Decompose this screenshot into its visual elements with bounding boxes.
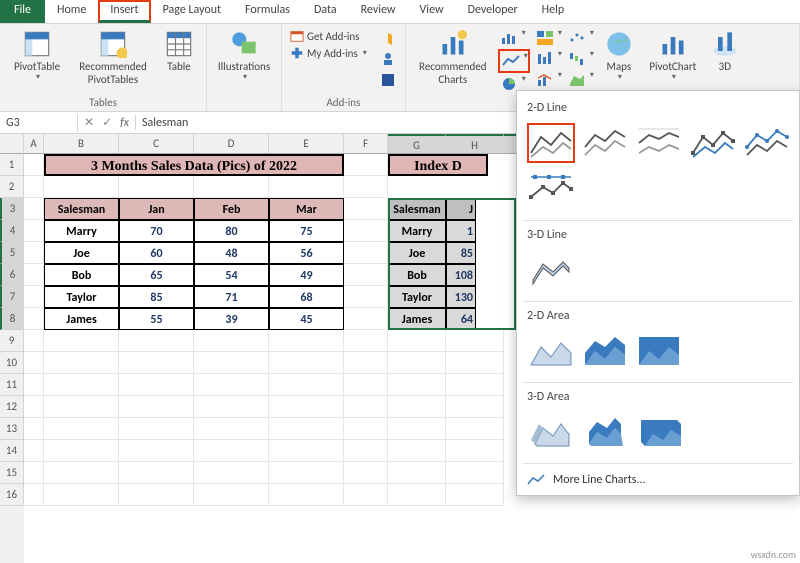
stacked-line-markers-option[interactable] xyxy=(743,123,791,163)
maps-button[interactable]: Maps▾ xyxy=(598,28,640,83)
table-row[interactable]: Marry xyxy=(44,220,119,242)
scatter-chart-button[interactable] xyxy=(566,28,588,48)
category-2d-area: 2-D Area xyxy=(517,305,799,327)
pivottable-button[interactable]: PivotTable▾ xyxy=(6,28,68,83)
category-3d-area: 3-D Area xyxy=(517,386,799,408)
addins-icon xyxy=(290,46,304,60)
pivotchart-button[interactable]: PivotChart▾ xyxy=(644,28,702,83)
3d-icon xyxy=(711,30,739,58)
cancel-icon[interactable]: ✕ xyxy=(84,115,94,130)
table-row[interactable]: Joe xyxy=(44,242,119,264)
tab-developer[interactable]: Developer xyxy=(456,0,530,23)
illustrations-button[interactable]: Illustrations▾ xyxy=(213,28,275,83)
100-stacked-area-option[interactable] xyxy=(635,331,683,371)
tab-view[interactable]: View xyxy=(408,0,456,23)
3d-area-option[interactable] xyxy=(527,412,575,452)
3d-line-option[interactable] xyxy=(527,250,575,290)
category-3d-line: 3-D Line xyxy=(517,224,799,246)
row-headers: 1 2 3 4 5 6 7 8 9 10 11 12 13 14 15 16 xyxy=(0,134,24,563)
3d-map-button[interactable]: 3D xyxy=(706,28,744,73)
title-2[interactable]: Index D xyxy=(388,154,488,176)
pivottable-icon xyxy=(23,30,51,58)
shapes-icon xyxy=(230,30,258,58)
bing-maps-icon[interactable] xyxy=(377,28,399,48)
ribbon-tabs: File Home Insert Page Layout Formulas Da… xyxy=(0,0,800,24)
3d-stacked-area-option[interactable] xyxy=(581,412,629,452)
get-addins-button[interactable]: Get Add-ins xyxy=(288,28,369,44)
reco-charts-icon xyxy=(439,30,467,58)
line-chart-option[interactable] xyxy=(527,123,575,163)
table-row[interactable]: Bob xyxy=(44,264,119,286)
line-markers-option[interactable] xyxy=(689,123,737,163)
recommended-pivot-icon xyxy=(99,30,127,58)
ribbon-group-tables: PivotTable▾ Recommended PivotTables Tabl… xyxy=(0,24,207,111)
table-row[interactable]: Taylor xyxy=(44,286,119,308)
surface-chart-button[interactable] xyxy=(566,70,588,90)
tab-home[interactable]: Home xyxy=(45,0,98,23)
recommended-charts-button[interactable]: Recommended Charts xyxy=(412,28,494,86)
ribbon-group-illustrations: Illustrations▾ xyxy=(207,24,282,111)
tab-review[interactable]: Review xyxy=(349,0,408,23)
formula-input[interactable]: Salesman xyxy=(136,114,194,132)
combo-chart-button[interactable] xyxy=(534,70,556,90)
line-chart-dropdown: 2-D Line 3-D Line 2-D Area 3-D Area More… xyxy=(516,90,800,496)
name-box[interactable]: G3 xyxy=(0,114,78,132)
3d-100-stacked-area-option[interactable] xyxy=(635,412,683,452)
statistic-chart-button[interactable] xyxy=(534,49,556,69)
chevron-down-icon: ▾ xyxy=(672,73,676,83)
globe-icon xyxy=(605,30,633,58)
enter-icon[interactable]: ✓ xyxy=(102,115,112,130)
people-graph-icon[interactable] xyxy=(377,49,399,69)
table-row[interactable]: James xyxy=(44,308,119,330)
watermark: wsxdn.com xyxy=(751,548,796,561)
fx-icon[interactable]: fx xyxy=(120,116,129,130)
group-label-tables: Tables xyxy=(6,96,200,111)
100-stacked-line-option[interactable] xyxy=(635,123,683,163)
group-label-addins: Add-ins xyxy=(288,96,399,111)
line-icon xyxy=(527,473,545,487)
file-tab[interactable]: File xyxy=(0,0,45,23)
select-all[interactable] xyxy=(0,134,24,154)
stacked-line-option[interactable] xyxy=(581,123,629,163)
line-chart-button[interactable] xyxy=(500,51,522,71)
tab-help[interactable]: Help xyxy=(530,0,577,23)
waterfall-chart-button[interactable] xyxy=(566,49,588,69)
more-line-charts[interactable]: More Line Charts... xyxy=(517,467,799,495)
column-chart-button[interactable] xyxy=(498,28,520,48)
area-option[interactable] xyxy=(527,331,575,371)
tab-insert[interactable]: Insert xyxy=(98,0,150,23)
pivotchart-icon xyxy=(659,30,687,58)
chevron-down-icon: ▾ xyxy=(36,73,40,83)
hierarchy-chart-button[interactable] xyxy=(534,28,556,48)
stacked-area-option[interactable] xyxy=(581,331,629,371)
store-icon xyxy=(290,29,304,43)
tab-page-layout[interactable]: Page Layout xyxy=(151,0,233,23)
visio-icon[interactable] xyxy=(377,70,399,90)
category-2d-line: 2-D Line xyxy=(517,97,799,119)
tab-data[interactable]: Data xyxy=(302,0,349,23)
tab-formulas[interactable]: Formulas xyxy=(233,0,302,23)
title-1[interactable]: 3 Months Sales Data (Pics) of 2022 xyxy=(44,154,344,176)
my-addins-button[interactable]: My Add-ins▾ xyxy=(288,45,369,61)
100-stacked-line-markers-option[interactable] xyxy=(527,169,575,209)
table-button[interactable]: Table xyxy=(158,28,200,73)
chevron-down-icon: ▾ xyxy=(243,73,247,83)
table-icon xyxy=(165,30,193,58)
chevron-down-icon: ▾ xyxy=(363,48,367,58)
ribbon-group-addins: Get Add-ins My Add-ins▾ Add-ins xyxy=(282,24,406,111)
chevron-down-icon: ▾ xyxy=(618,73,622,83)
recommended-pivottables-button[interactable]: Recommended PivotTables xyxy=(72,28,154,86)
